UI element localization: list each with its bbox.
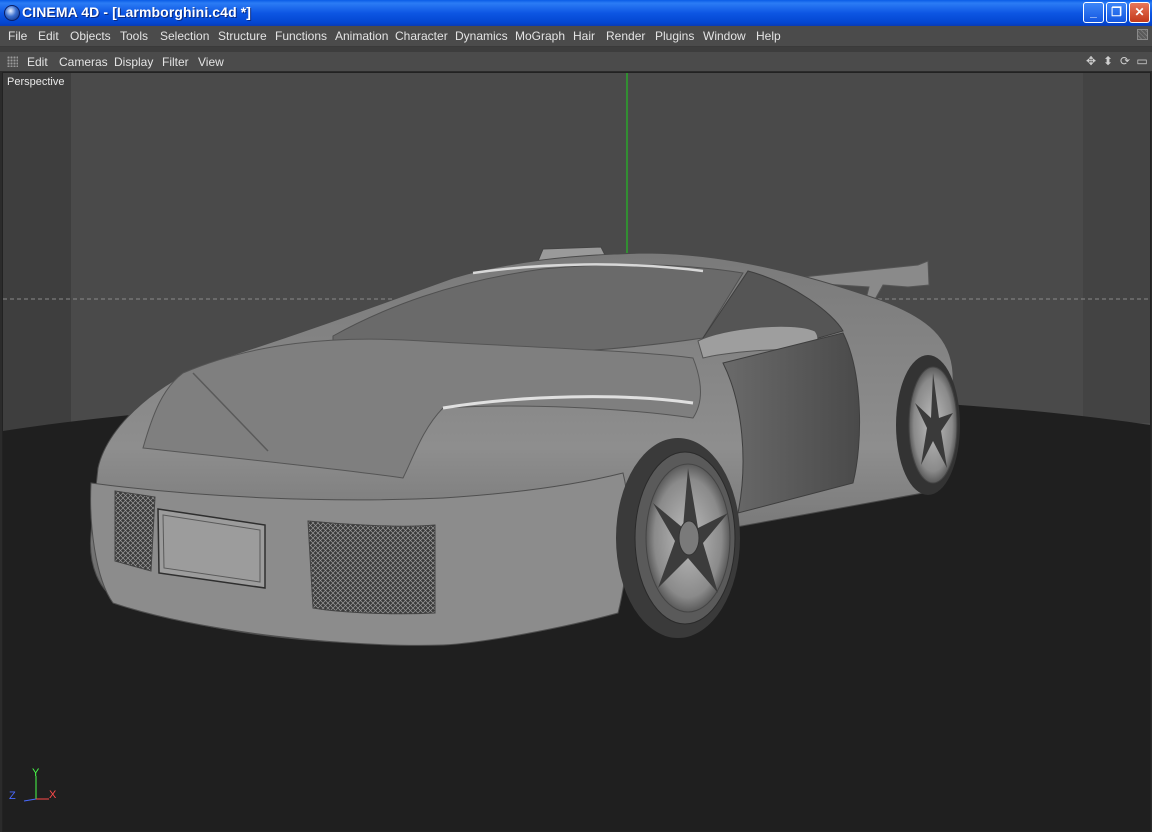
menu-mograph[interactable]: MoGraph — [515, 29, 565, 43]
window-title: CINEMA 4D - [Larmborghini.c4d *] — [22, 4, 252, 20]
rotate-view-icon[interactable]: ⟳ — [1118, 54, 1132, 68]
menu-structure[interactable]: Structure — [218, 29, 267, 43]
menu-window[interactable]: Window — [703, 29, 746, 43]
restore-button[interactable]: ❐ — [1106, 2, 1127, 23]
menu-file[interactable]: File — [8, 29, 27, 43]
main-menubar: File Edit Objects Tools Selection Struct… — [0, 26, 1152, 47]
menu-dynamics[interactable]: Dynamics — [455, 29, 508, 43]
axis-x-label: X — [49, 789, 57, 801]
zoom-view-icon[interactable]: ⬍ — [1101, 54, 1115, 68]
layout-grip-icon[interactable] — [1137, 29, 1148, 40]
minimize-button[interactable]: _ — [1083, 2, 1104, 23]
viewport-grip-icon[interactable] — [7, 56, 18, 67]
viewport-menu-filter[interactable]: Filter — [162, 55, 189, 69]
menu-objects[interactable]: Objects — [70, 29, 111, 43]
menu-edit[interactable]: Edit — [38, 29, 59, 43]
viewport-menu-edit[interactable]: Edit — [27, 55, 48, 69]
front-right-grille — [307, 520, 436, 615]
viewport-label: Perspective — [7, 76, 65, 88]
viewport-menu-display[interactable]: Display — [114, 55, 153, 69]
cinema4d-app-icon — [4, 5, 20, 21]
front-hub — [678, 520, 700, 556]
menu-help[interactable]: Help — [756, 29, 781, 43]
menu-hair[interactable]: Hair — [573, 29, 595, 43]
front-left-grille — [114, 490, 156, 572]
maximize-view-icon[interactable]: ▭ — [1135, 54, 1149, 68]
viewport-scene — [3, 73, 1150, 831]
menu-animation[interactable]: Animation — [335, 29, 388, 43]
menu-character[interactable]: Character — [395, 29, 448, 43]
axis-y-label: Y — [32, 767, 40, 779]
side-door-panel — [722, 332, 861, 514]
axis-z-label: Z — [9, 790, 16, 802]
right-wall-shade — [1083, 73, 1150, 423]
viewport-menu-view[interactable]: View — [198, 55, 224, 69]
left-wall-shade — [3, 73, 71, 433]
perspective-viewport[interactable]: Perspective Y Z X — [2, 72, 1151, 832]
menu-selection[interactable]: Selection — [160, 29, 209, 43]
menu-tools[interactable]: Tools — [120, 29, 148, 43]
close-button[interactable]: ✕ — [1129, 2, 1150, 23]
move-view-icon[interactable]: ✥ — [1084, 54, 1098, 68]
window-titlebar: CINEMA 4D - [Larmborghini.c4d *] _ ❐ ✕ — [0, 0, 1152, 26]
menu-plugins[interactable]: Plugins — [655, 29, 694, 43]
viewport-menu-cameras[interactable]: Cameras — [59, 55, 108, 69]
menu-render[interactable]: Render — [606, 29, 645, 43]
menu-functions[interactable]: Functions — [275, 29, 327, 43]
